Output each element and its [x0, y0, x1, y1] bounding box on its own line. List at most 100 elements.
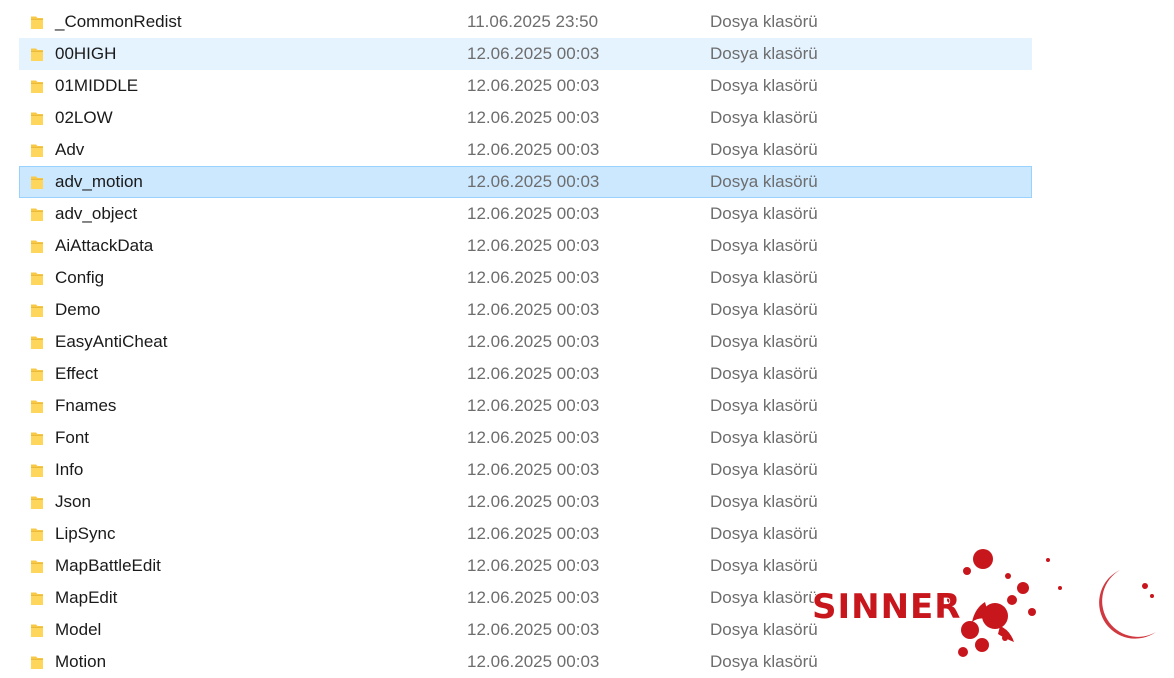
- folder-icon: [31, 400, 43, 413]
- folder-icon: [31, 528, 43, 541]
- file-name: adv_motion: [55, 172, 143, 191]
- folder-icon: [31, 336, 43, 349]
- folder-icon: [31, 656, 43, 669]
- file-name: _CommonRedist: [55, 12, 182, 31]
- file-type: Dosya klasörü: [710, 268, 818, 287]
- file-name: Motion: [55, 652, 107, 671]
- file-type: Dosya klasörü: [710, 204, 818, 223]
- file-date-modified: 12.06.2025 00:03: [467, 268, 600, 287]
- file-type: Dosya klasörü: [710, 620, 818, 639]
- file-type: Dosya klasörü: [710, 492, 818, 511]
- file-type: Dosya klasörü: [710, 396, 818, 415]
- folder-icon: [31, 48, 43, 61]
- file-row-demo[interactable]: Demo 12.06.2025 00:03 Dosya klasörü: [0, 294, 1174, 326]
- file-date-modified: 12.06.2025 00:03: [467, 300, 600, 319]
- file-date-modified: 12.06.2025 00:03: [467, 364, 600, 383]
- folder-icon: [31, 592, 43, 605]
- folder-icon: [31, 240, 43, 253]
- file-date-modified: 12.06.2025 00:03: [467, 620, 600, 639]
- file-row-config[interactable]: Config 12.06.2025 00:03 Dosya klasörü: [0, 262, 1174, 294]
- file-type: Dosya klasörü: [710, 44, 818, 63]
- file-date-modified: 12.06.2025 00:03: [467, 332, 600, 351]
- file-name: 02LOW: [55, 108, 113, 127]
- file-type: Dosya klasörü: [710, 12, 818, 31]
- file-name: Adv: [55, 140, 85, 159]
- file-date-modified: 12.06.2025 00:03: [467, 396, 600, 415]
- file-row-effect[interactable]: Effect 12.06.2025 00:03 Dosya klasörü: [0, 358, 1174, 390]
- file-name: 01MIDDLE: [55, 76, 139, 95]
- file-type: Dosya klasörü: [710, 524, 818, 543]
- folder-icon: [31, 496, 43, 509]
- file-name: Font: [55, 428, 90, 447]
- file-type: Dosya klasörü: [710, 460, 818, 479]
- file-type: Dosya klasörü: [710, 76, 818, 95]
- file-row-adv[interactable]: Adv 12.06.2025 00:03 Dosya klasörü: [0, 134, 1174, 166]
- folder-icon: [31, 112, 43, 125]
- file-name: LipSync: [55, 524, 116, 543]
- file-date-modified: 12.06.2025 00:03: [467, 652, 600, 671]
- file-row-01middle[interactable]: 01MIDDLE 12.06.2025 00:03 Dosya klasörü: [0, 70, 1174, 102]
- folder-icon: [31, 624, 43, 637]
- file-row-00high[interactable]: 00HIGH 12.06.2025 00:03 Dosya klasörü: [0, 38, 1174, 70]
- file-row-lipsync[interactable]: LipSync 12.06.2025 00:03 Dosya klasörü: [0, 518, 1174, 550]
- file-name: EasyAntiCheat: [55, 332, 168, 351]
- file-row-adv-motion[interactable]: adv_motion 12.06.2025 00:03 Dosya klasör…: [0, 166, 1174, 198]
- file-list: _CommonRedist 11.06.2025 23:50 Dosya kla…: [0, 6, 1174, 678]
- file-name: Effect: [55, 364, 99, 383]
- file-date-modified: 12.06.2025 00:03: [467, 44, 600, 63]
- file-row-02low[interactable]: 02LOW 12.06.2025 00:03 Dosya klasörü: [0, 102, 1174, 134]
- file-type: Dosya klasörü: [710, 332, 818, 351]
- file-date-modified: 12.06.2025 00:03: [467, 460, 600, 479]
- file-row-motion[interactable]: Motion 12.06.2025 00:03 Dosya klasörü: [0, 646, 1174, 678]
- folder-icon: [31, 208, 43, 221]
- file-row--commonredist[interactable]: _CommonRedist 11.06.2025 23:50 Dosya kla…: [0, 6, 1174, 38]
- file-row-font[interactable]: Font 12.06.2025 00:03 Dosya klasörü: [0, 422, 1174, 454]
- file-date-modified: 11.06.2025 23:50: [467, 12, 599, 31]
- file-name: Config: [55, 268, 105, 287]
- file-row-easyanticheat[interactable]: EasyAntiCheat 12.06.2025 00:03 Dosya kla…: [0, 326, 1174, 358]
- file-name: Json: [55, 492, 91, 511]
- file-date-modified: 12.06.2025 00:03: [467, 236, 600, 255]
- folder-icon: [31, 432, 43, 445]
- file-date-modified: 12.06.2025 00:03: [467, 588, 600, 607]
- file-type: Dosya klasörü: [710, 428, 818, 447]
- folder-icon: [31, 176, 43, 189]
- file-row-mapedit[interactable]: MapEdit 12.06.2025 00:03 Dosya klasörü: [0, 582, 1174, 614]
- file-row-aiattackdata[interactable]: AiAttackData 12.06.2025 00:03 Dosya klas…: [0, 230, 1174, 262]
- file-type: Dosya klasörü: [710, 588, 818, 607]
- file-name: MapEdit: [55, 588, 118, 607]
- file-type: Dosya klasörü: [710, 300, 818, 319]
- file-name: adv_object: [55, 204, 138, 223]
- file-row-adv-object[interactable]: adv_object 12.06.2025 00:03 Dosya klasör…: [0, 198, 1174, 230]
- file-date-modified: 12.06.2025 00:03: [467, 556, 600, 575]
- file-row-model[interactable]: Model 12.06.2025 00:03 Dosya klasörü: [0, 614, 1174, 646]
- folder-icon: [31, 368, 43, 381]
- file-name: AiAttackData: [55, 236, 154, 255]
- folder-icon: [31, 560, 43, 573]
- file-type: Dosya klasörü: [710, 108, 818, 127]
- folder-icon: [31, 144, 43, 157]
- file-row-json[interactable]: Json 12.06.2025 00:03 Dosya klasörü: [0, 486, 1174, 518]
- file-date-modified: 12.06.2025 00:03: [467, 108, 600, 127]
- file-date-modified: 12.06.2025 00:03: [467, 428, 600, 447]
- file-type: Dosya klasörü: [710, 652, 818, 671]
- file-date-modified: 12.06.2025 00:03: [467, 76, 600, 95]
- file-name: Info: [55, 460, 84, 479]
- file-type: Dosya klasörü: [710, 172, 818, 191]
- folder-icon: [31, 80, 43, 93]
- file-name: Demo: [55, 300, 101, 319]
- file-row-info[interactable]: Info 12.06.2025 00:03 Dosya klasörü: [0, 454, 1174, 486]
- file-date-modified: 12.06.2025 00:03: [467, 140, 600, 159]
- file-date-modified: 12.06.2025 00:03: [467, 524, 600, 543]
- file-row-mapbattleedit[interactable]: MapBattleEdit 12.06.2025 00:03 Dosya kla…: [0, 550, 1174, 582]
- folder-icon: [31, 272, 43, 285]
- file-row-fnames[interactable]: Fnames 12.06.2025 00:03 Dosya klasörü: [0, 390, 1174, 422]
- folder-icon: [31, 464, 43, 477]
- file-date-modified: 12.06.2025 00:03: [467, 172, 600, 191]
- file-type: Dosya klasörü: [710, 556, 818, 575]
- file-type: Dosya klasörü: [710, 140, 818, 159]
- file-name: Fnames: [55, 396, 117, 415]
- file-type: Dosya klasörü: [710, 236, 818, 255]
- folder-icon: [31, 304, 43, 317]
- folder-icon: [31, 16, 43, 29]
